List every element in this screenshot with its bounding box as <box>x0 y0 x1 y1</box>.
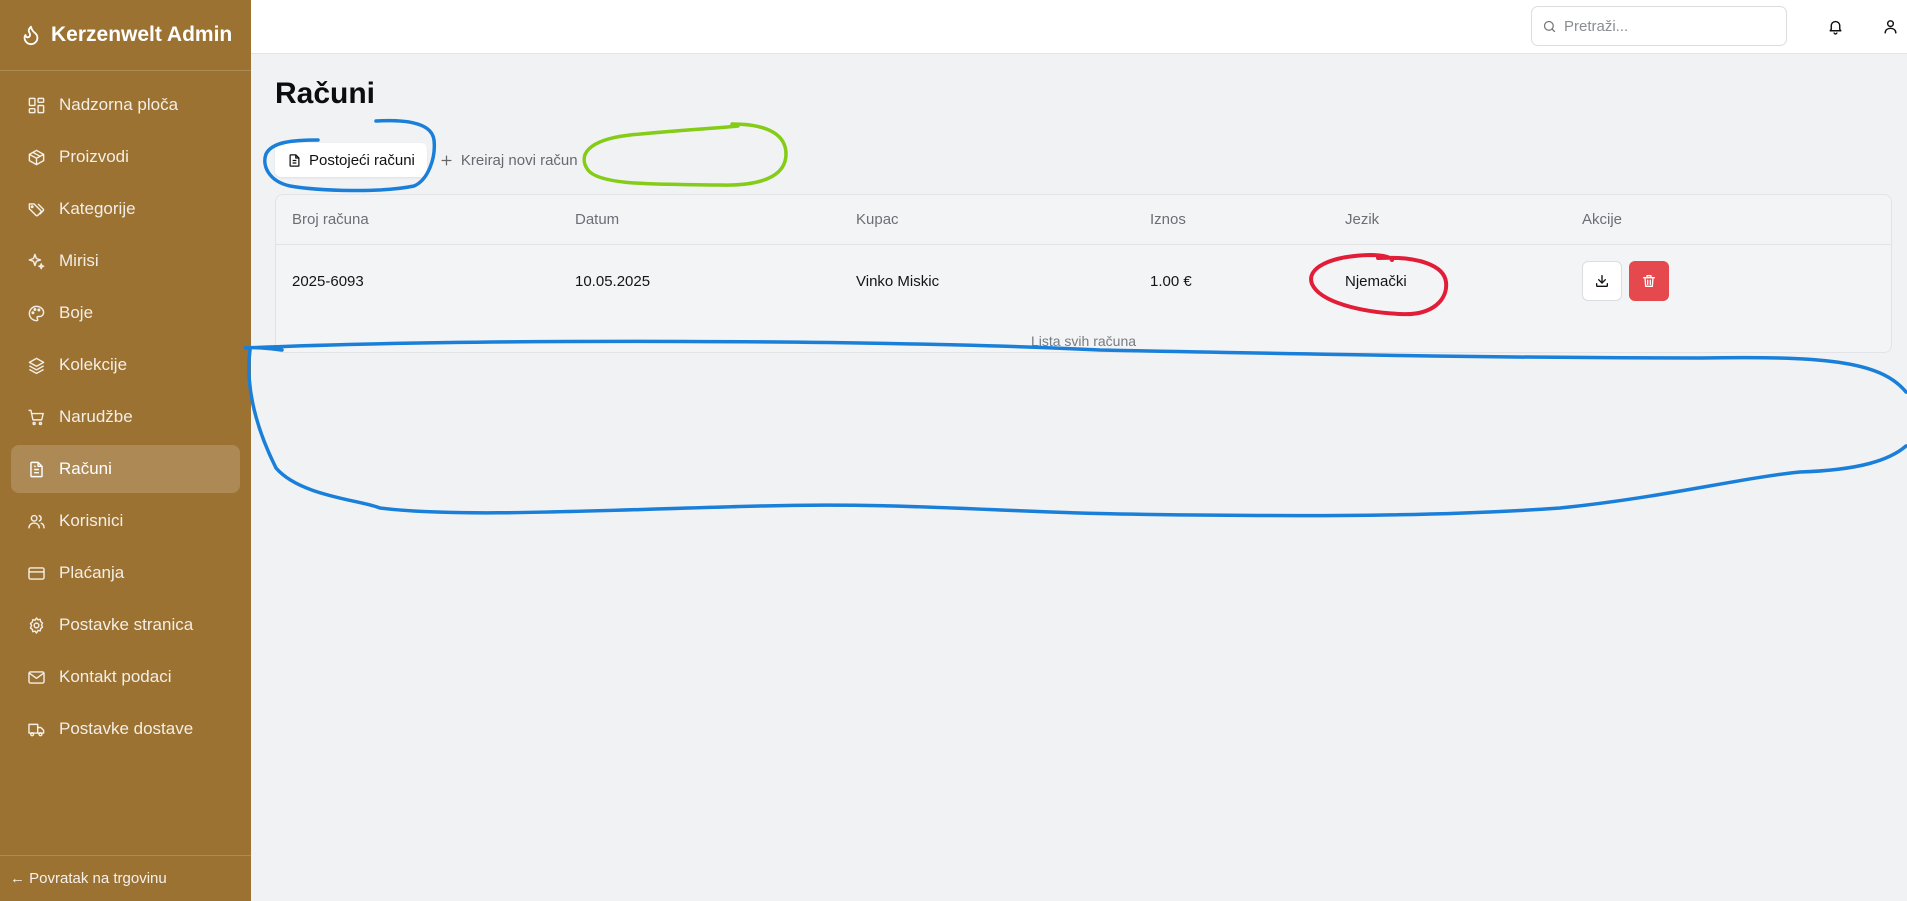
sidebar-item-invoices[interactable]: Računi <box>11 445 240 493</box>
page-title: Računi <box>275 77 376 110</box>
sparkles-icon <box>28 253 45 269</box>
user-menu-button[interactable] <box>1879 15 1901 37</box>
palette-icon <box>28 305 45 321</box>
row-actions <box>1582 261 1669 301</box>
sidebar-item-site-settings[interactable]: Postavke stranica <box>11 601 240 649</box>
sidebar-nav: Nadzorna ploča Proizvodi Kategorije Miri… <box>0 71 251 753</box>
plus-icon <box>441 155 452 165</box>
file-text-icon <box>289 153 300 167</box>
sidebar-item-label: Nadzorna ploča <box>59 95 179 114</box>
column-header: Kupac <box>856 211 899 228</box>
invoices-table: Broj računa Datum Kupac Iznos Jezik Akci… <box>275 194 1892 353</box>
cart-icon <box>28 409 44 425</box>
notifications-button[interactable] <box>1824 15 1846 37</box>
mail-icon <box>28 670 45 684</box>
tab-create-invoice[interactable]: Kreiraj novi račun <box>427 143 590 177</box>
sidebar-item-dashboard[interactable]: Nadzorna ploča <box>11 81 240 129</box>
sidebar-item-scents[interactable]: Mirisi <box>11 237 240 285</box>
sidebar-item-collections[interactable]: Kolekcije <box>11 341 240 389</box>
tags-icon <box>28 202 45 216</box>
sidebar-item-label: Postavke stranica <box>59 615 194 634</box>
sidebar: Kerzenwelt Admin Nadzorna ploča Proizvod… <box>0 0 251 901</box>
brand[interactable]: Kerzenwelt Admin <box>0 0 251 71</box>
delete-button[interactable] <box>1629 261 1669 301</box>
layers-icon <box>28 357 45 374</box>
sidebar-item-products[interactable]: Proizvodi <box>11 133 240 181</box>
sidebar-item-label: Proizvodi <box>59 147 129 166</box>
sidebar-item-label: Mirisi <box>59 251 99 270</box>
invoice-date: 10.05.2025 <box>575 272 651 290</box>
app-title: Kerzenwelt Admin <box>51 23 233 46</box>
back-to-store-link[interactable]: ← Povratak na trgovinu <box>0 855 251 901</box>
topbar <box>251 0 1907 54</box>
sidebar-item-contact[interactable]: Kontakt podaci <box>11 653 240 701</box>
sidebar-item-label: Boje <box>59 303 94 322</box>
sidebar-item-label: Narudžbe <box>59 407 133 426</box>
download-button[interactable] <box>1582 261 1622 301</box>
column-header: Broj računa <box>292 211 369 228</box>
column-header: Datum <box>575 211 620 228</box>
truck-icon <box>28 723 45 736</box>
tab-label: Kreiraj novi račun <box>460 151 578 169</box>
column-header: Jezik <box>1345 211 1380 228</box>
box-icon <box>28 149 45 165</box>
sidebar-item-categories[interactable]: Kategorije <box>11 185 240 233</box>
column-header: Iznos <box>1150 211 1186 228</box>
trash-icon <box>1643 275 1655 287</box>
sidebar-item-payments[interactable]: Plaćanja <box>11 549 240 597</box>
bell-icon <box>1828 20 1842 35</box>
sidebar-item-label: Plaćanja <box>59 563 125 582</box>
sidebar-item-label: Kategorije <box>59 199 136 218</box>
invoice-amount: 1.00 € <box>1150 272 1192 290</box>
file-text-icon <box>30 461 43 477</box>
user-icon <box>1883 19 1897 34</box>
sidebar-item-shipping-settings[interactable]: Postavke dostave <box>11 705 240 753</box>
flame-icon <box>23 25 39 46</box>
sidebar-item-users[interactable]: Korisnici <box>11 497 240 545</box>
search-icon <box>1543 20 1556 32</box>
sidebar-item-label: Kontakt podaci <box>59 667 172 686</box>
sidebar-item-label: Računi <box>59 459 112 478</box>
invoice-customer: Vinko Miskic <box>856 272 940 290</box>
users-icon <box>28 514 45 529</box>
credit-card-icon <box>28 566 45 580</box>
dashboard-icon <box>28 97 45 113</box>
gear-icon <box>29 616 44 634</box>
sidebar-item-orders[interactable]: Narudžbe <box>11 393 240 441</box>
search-input[interactable] <box>1564 17 1764 35</box>
table-row: 2025-6093 10.05.2025 Vinko Miskic 1.00 €… <box>276 245 1891 317</box>
tab-label: Postojeći računi <box>309 151 415 169</box>
table-header: Broj računa Datum Kupac Iznos Jezik Akci… <box>276 195 1891 245</box>
invoice-tabs: Postojeći računi Kreiraj novi račun <box>275 143 590 177</box>
download-icon <box>1596 275 1608 287</box>
main-content: Računi Postojeći računi Kreiraj novi rač… <box>251 55 1907 901</box>
sidebar-item-label: Postavke dostave <box>59 719 194 738</box>
column-header: Akcije <box>1582 211 1623 228</box>
sidebar-item-colors[interactable]: Boje <box>11 289 240 337</box>
sidebar-item-label: Korisnici <box>59 511 124 530</box>
sidebar-item-label: Kolekcije <box>59 355 128 374</box>
table-caption: Lista svih računa <box>1030 333 1137 349</box>
tab-existing-invoices[interactable]: Postojeći računi <box>275 143 427 177</box>
invoice-language: Njemački <box>1345 272 1407 290</box>
invoice-number: 2025-6093 <box>292 272 364 290</box>
search-box[interactable] <box>1531 6 1787 46</box>
